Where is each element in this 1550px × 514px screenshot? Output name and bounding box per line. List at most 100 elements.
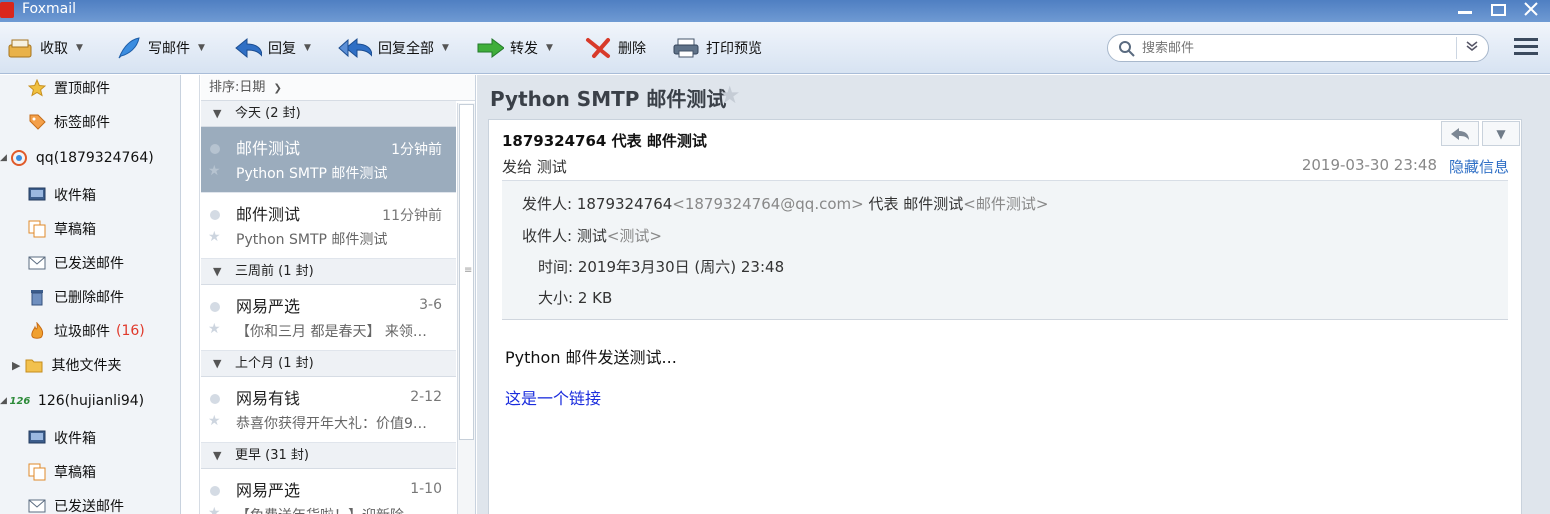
message-subject: Python SMTP 邮件测试	[236, 166, 388, 182]
receive-button[interactable]: 收取 ▼	[6, 34, 83, 62]
sort-selector[interactable]: 排序:日期 ❯	[201, 75, 475, 101]
message-sender: 邮件测试	[236, 139, 301, 158]
read-status-icon[interactable]	[210, 394, 220, 404]
star-icon[interactable]: ★	[208, 229, 221, 245]
sender-name[interactable]: 1879324764	[577, 195, 672, 213]
message-item[interactable]: ★ 网易有钱 2-12 恭喜你获得开年大礼：价值9…	[201, 377, 456, 443]
star-icon[interactable]: ★	[208, 505, 221, 514]
recipient-label: 收件人:	[522, 227, 573, 245]
splitter[interactable]	[182, 75, 200, 514]
expand-arrow-icon[interactable]: ▶	[12, 359, 20, 372]
sender-on-behalf-address[interactable]: <邮件测试>	[963, 195, 1048, 213]
main-menu-icon[interactable]	[1514, 38, 1538, 58]
star-icon[interactable]: ★	[208, 163, 221, 179]
message-item[interactable]: ★ 网易严选 3-6 【你和三月 都是春天】 来领…	[201, 285, 456, 351]
delete-label: 删除	[618, 41, 646, 57]
time-value: 2019年3月30日 (周六) 23:48	[577, 258, 785, 276]
chevron-down-icon[interactable]: ▼	[546, 43, 553, 53]
print-preview-button[interactable]: 打印预览	[672, 34, 762, 62]
size-row: 大小: 2 KB	[538, 287, 612, 308]
message-item[interactable]: ★ 邮件测试 1分钟前 Python SMTP 邮件测试	[201, 127, 456, 193]
account-qq[interactable]: ◢ qq(1879324764)	[0, 145, 154, 171]
collapse-arrow-icon[interactable]: ◢	[0, 153, 7, 163]
message-subject: Python SMTP 邮件测试	[236, 232, 388, 248]
reading-pane-scroll-area[interactable]	[1522, 119, 1550, 514]
collapse-arrow-icon[interactable]: ◢	[0, 396, 7, 406]
reply-all-button[interactable]: 回复全部 ▼	[338, 34, 449, 62]
sidebar-item-drafts[interactable]: 草稿箱	[27, 216, 96, 242]
sidebar-item-junk[interactable]: 垃圾邮件 (16)	[27, 318, 145, 344]
sidebar-item-sent-126[interactable]: 已发送邮件	[27, 493, 124, 514]
app-title: Foxmail	[22, 1, 76, 17]
sent-mail-icon	[27, 497, 47, 514]
group-header[interactable]: ▼ 三周前 (1 封)	[201, 259, 456, 285]
recipient-name[interactable]: 测试	[577, 227, 607, 245]
message-subject: 【免费送年货啦！】迎新除…	[236, 505, 446, 514]
message-time: 11分钟前	[382, 208, 442, 224]
sidebar-item-sent[interactable]: 已发送邮件	[27, 250, 124, 276]
reply-all-label: 回复全部	[378, 41, 434, 57]
message-item[interactable]: ★ 邮件测试 11分钟前 Python SMTP 邮件测试	[201, 193, 456, 259]
sidebar-item-label: 标签邮件	[54, 115, 110, 131]
sender-on-behalf[interactable]: 代表 邮件测试	[868, 195, 963, 213]
compose-button[interactable]: 写邮件 ▼	[114, 34, 205, 62]
junk-count-badge: (16)	[116, 323, 145, 339]
inbox-icon	[27, 429, 47, 447]
sidebar-item-label: 收件箱	[54, 431, 96, 447]
read-status-icon[interactable]	[210, 486, 220, 496]
folder-icon	[24, 356, 44, 374]
group-header[interactable]: ▼ 今天 (2 封)	[201, 101, 456, 127]
read-status-icon[interactable]	[210, 144, 220, 154]
star-icon[interactable]: ★	[208, 413, 221, 429]
sidebar-item-inbox-126[interactable]: 收件箱	[27, 425, 96, 451]
star-icon[interactable]: ★	[208, 321, 221, 337]
group-header[interactable]: ▼ 上个月 (1 封)	[201, 351, 456, 377]
search-options-icon[interactable]	[1456, 37, 1486, 59]
qq-mail-icon	[9, 149, 29, 167]
message-sender: 网易有钱	[236, 389, 301, 408]
scrollbar-thumb[interactable]: ≡	[459, 104, 474, 440]
reply-label: 回复	[268, 41, 296, 57]
sender-address[interactable]: <1879324764@qq.com>	[672, 195, 863, 213]
receive-label: 收取	[40, 41, 68, 57]
message-subject: 【你和三月 都是春天】 来领…	[236, 324, 427, 340]
message-details: 发件人: 1879324764<1879324764@qq.com> 代表 邮件…	[502, 180, 1508, 320]
more-actions-button[interactable]: ▼	[1482, 121, 1520, 146]
message-body-link[interactable]: 这是一个链接	[505, 385, 601, 409]
delete-button[interactable]: 删除	[584, 34, 646, 62]
search-box[interactable]	[1107, 34, 1489, 62]
sidebar-item-pinned[interactable]: 置顶邮件	[27, 75, 110, 101]
chevron-down-icon[interactable]: ▼	[198, 43, 205, 53]
sidebar-item-deleted[interactable]: 已删除邮件	[27, 284, 124, 310]
close-icon[interactable]	[1522, 0, 1540, 22]
message-list-scrollbar[interactable]: ≡	[457, 103, 475, 514]
message-item[interactable]: ★ 网易严选 1-10 【免费送年货啦！】迎新除…	[201, 469, 456, 514]
group-header[interactable]: ▼ 更早 (31 封)	[201, 443, 456, 469]
sidebar-item-drafts-126[interactable]: 草稿箱	[27, 459, 96, 485]
chevron-down-icon[interactable]: ▼	[442, 43, 449, 53]
chevron-down-icon[interactable]: ▼	[304, 43, 311, 53]
account-126[interactable]: ◢ 126 126(hujianli94)	[0, 388, 144, 414]
reply-button[interactable]: 回复 ▼	[234, 34, 311, 62]
minimize-icon[interactable]	[1456, 2, 1474, 22]
recipient-address[interactable]: <测试>	[607, 227, 662, 245]
sidebar-item-label: 垃圾邮件	[54, 324, 110, 340]
netease-126-icon: 126	[9, 395, 31, 407]
sidebar-item-tagged[interactable]: 标签邮件	[27, 109, 110, 135]
chevron-down-icon[interactable]: ▼	[76, 43, 83, 53]
drafts-icon	[27, 220, 47, 238]
search-input[interactable]	[1142, 38, 1442, 58]
sidebar-item-inbox[interactable]: 收件箱	[27, 182, 96, 208]
sidebar-item-label: 已发送邮件	[54, 256, 124, 272]
read-status-icon[interactable]	[210, 302, 220, 312]
quick-reply-button[interactable]	[1441, 121, 1479, 146]
read-status-icon[interactable]	[210, 210, 220, 220]
maximize-icon[interactable]	[1490, 2, 1508, 22]
message-date: 2019-03-30 23:48	[1301, 156, 1437, 174]
sender-label: 发件人:	[522, 195, 573, 213]
hide-info-link[interactable]: 隐藏信息	[1449, 156, 1509, 177]
sidebar-item-other-folders[interactable]: ▶ 其他文件夹	[12, 352, 121, 378]
star-icon[interactable]: ★	[719, 81, 741, 109]
forward-button[interactable]: 转发 ▼	[476, 34, 553, 62]
collapse-triangle-icon: ▼	[213, 107, 222, 120]
